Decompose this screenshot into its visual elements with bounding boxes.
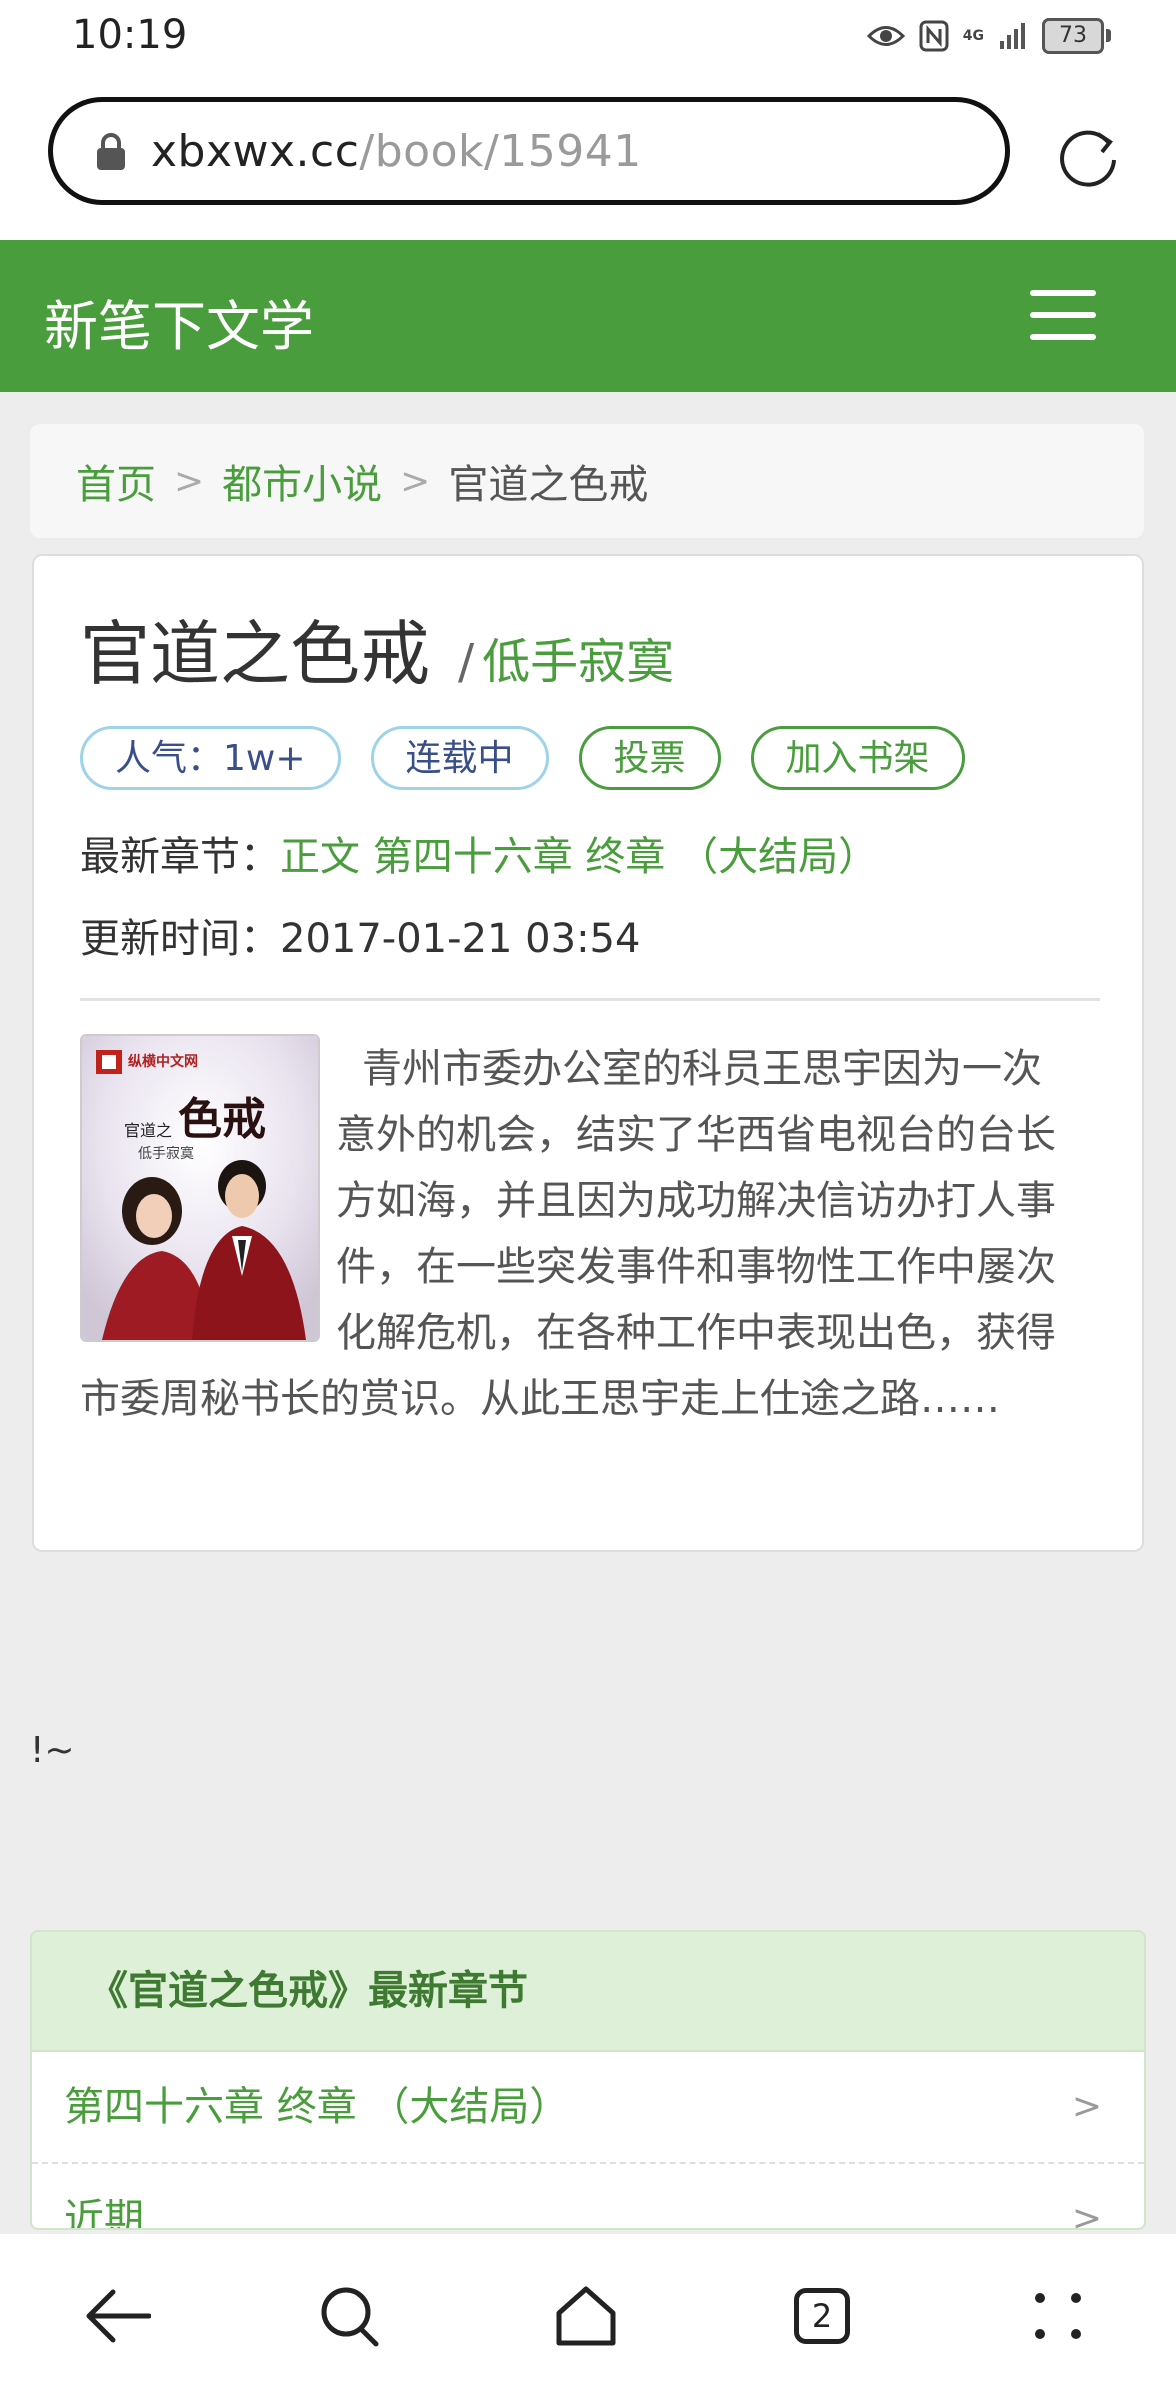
site-header: 新笔下文学 bbox=[0, 240, 1176, 392]
network-type: 4G bbox=[962, 28, 984, 44]
chapter-title: 近期 bbox=[64, 2196, 144, 2230]
browser-bottom-nav: 2 bbox=[0, 2232, 1176, 2402]
eye-icon bbox=[866, 26, 905, 46]
lock-icon bbox=[97, 133, 125, 170]
status-badge: 连载中 bbox=[370, 726, 549, 790]
status-icons: 4G 73 bbox=[866, 16, 1111, 56]
breadcrumb-separator: > bbox=[174, 460, 205, 502]
chevron-right-icon: > bbox=[1071, 2198, 1102, 2230]
menu-icon[interactable] bbox=[1030, 290, 1100, 340]
book-description-wrap: 青州市委办公室的科员王思宇因为一次意外的机会，结实了华西省电视台的台长方如海，并… bbox=[80, 1036, 1060, 1432]
chapter-title: 第四十六章 终章 （大结局） bbox=[64, 2084, 570, 2130]
browser-toolbar: xbxwx.cc/book/15941 bbox=[0, 72, 1176, 240]
breadcrumb-separator: > bbox=[400, 460, 431, 502]
url-domain: xbxwx.cc bbox=[151, 125, 360, 177]
battery-icon: 73 bbox=[1042, 18, 1111, 54]
latest-chapters-header: 《官道之色戒》最新章节 bbox=[32, 1932, 1144, 2052]
tag-row: 人气：1w+ 连载中 投票 加入书架 bbox=[80, 726, 965, 790]
search-button[interactable] bbox=[312, 2278, 388, 2354]
book-title: 官道之色戒 bbox=[80, 613, 430, 695]
url-text: xbxwx.cc/book/15941 bbox=[151, 126, 642, 177]
nfc-icon bbox=[919, 20, 949, 52]
signal-icon bbox=[1000, 23, 1025, 49]
back-arrow-icon bbox=[86, 2289, 151, 2343]
status-time: 10:19 bbox=[72, 12, 188, 58]
site-title[interactable]: 新笔下文学 bbox=[44, 282, 314, 361]
add-to-shelf-button[interactable]: 加入书架 bbox=[750, 726, 965, 790]
address-bar[interactable]: xbxwx.cc/book/15941 bbox=[48, 97, 1010, 205]
update-time-value: 2017-01-21 03:54 bbox=[280, 916, 641, 962]
popularity-badge: 人气：1w+ bbox=[80, 726, 341, 790]
latest-chapters-section: 《官道之色戒》最新章节 第四十六章 终章 （大结局） > 近期 > bbox=[30, 1930, 1146, 2230]
latest-chapter-row: 最新章节：正文 第四十六章 终章 （大结局） bbox=[80, 824, 878, 882]
update-time-label: 更新时间： bbox=[80, 916, 280, 962]
chapter-item[interactable]: 近期 > bbox=[32, 2164, 1144, 2230]
tabs-button[interactable]: 2 bbox=[784, 2278, 860, 2354]
more-button[interactable] bbox=[1020, 2278, 1096, 2354]
url-path: /book/15941 bbox=[359, 125, 642, 177]
breadcrumb: 首页 > 都市小说 > 官道之色戒 bbox=[30, 424, 1144, 538]
divider bbox=[80, 998, 1100, 1001]
breadcrumb-home[interactable]: 首页 bbox=[76, 452, 156, 510]
home-button[interactable] bbox=[548, 2278, 624, 2354]
latest-chapter-label: 最新章节： bbox=[80, 834, 280, 880]
chapter-item[interactable]: 第四十六章 终章 （大结局） > bbox=[32, 2052, 1144, 2164]
home-icon bbox=[556, 2286, 616, 2346]
search-icon bbox=[321, 2287, 379, 2347]
author-line: / 低手寂寞 bbox=[458, 622, 674, 692]
more-dots-icon bbox=[1035, 2293, 1081, 2339]
latest-chapter-link[interactable]: 正文 第四十六章 终章 （大结局） bbox=[280, 834, 878, 880]
vote-button[interactable]: 投票 bbox=[578, 726, 721, 790]
reload-icon[interactable] bbox=[1058, 124, 1122, 188]
chevron-right-icon: > bbox=[1071, 2086, 1102, 2127]
breadcrumb-category[interactable]: 都市小说 bbox=[222, 452, 382, 510]
tabs-count: 2 bbox=[794, 2288, 850, 2344]
author-link[interactable]: 低手寂寞 bbox=[482, 634, 674, 690]
book-info-card: 官道之色戒 / 低手寂寞 人气：1w+ 连载中 投票 加入书架 最新章节：正文 第… bbox=[32, 554, 1144, 1552]
ad-placeholder: !~ bbox=[30, 1730, 75, 1771]
breadcrumb-current: 官道之色戒 bbox=[448, 462, 649, 508]
author-slash: / bbox=[458, 634, 475, 690]
back-button[interactable] bbox=[80, 2278, 156, 2354]
update-time-row: 更新时间：2017-01-21 03:54 bbox=[80, 906, 640, 964]
status-bar: 10:19 4G 73 bbox=[0, 0, 1176, 72]
